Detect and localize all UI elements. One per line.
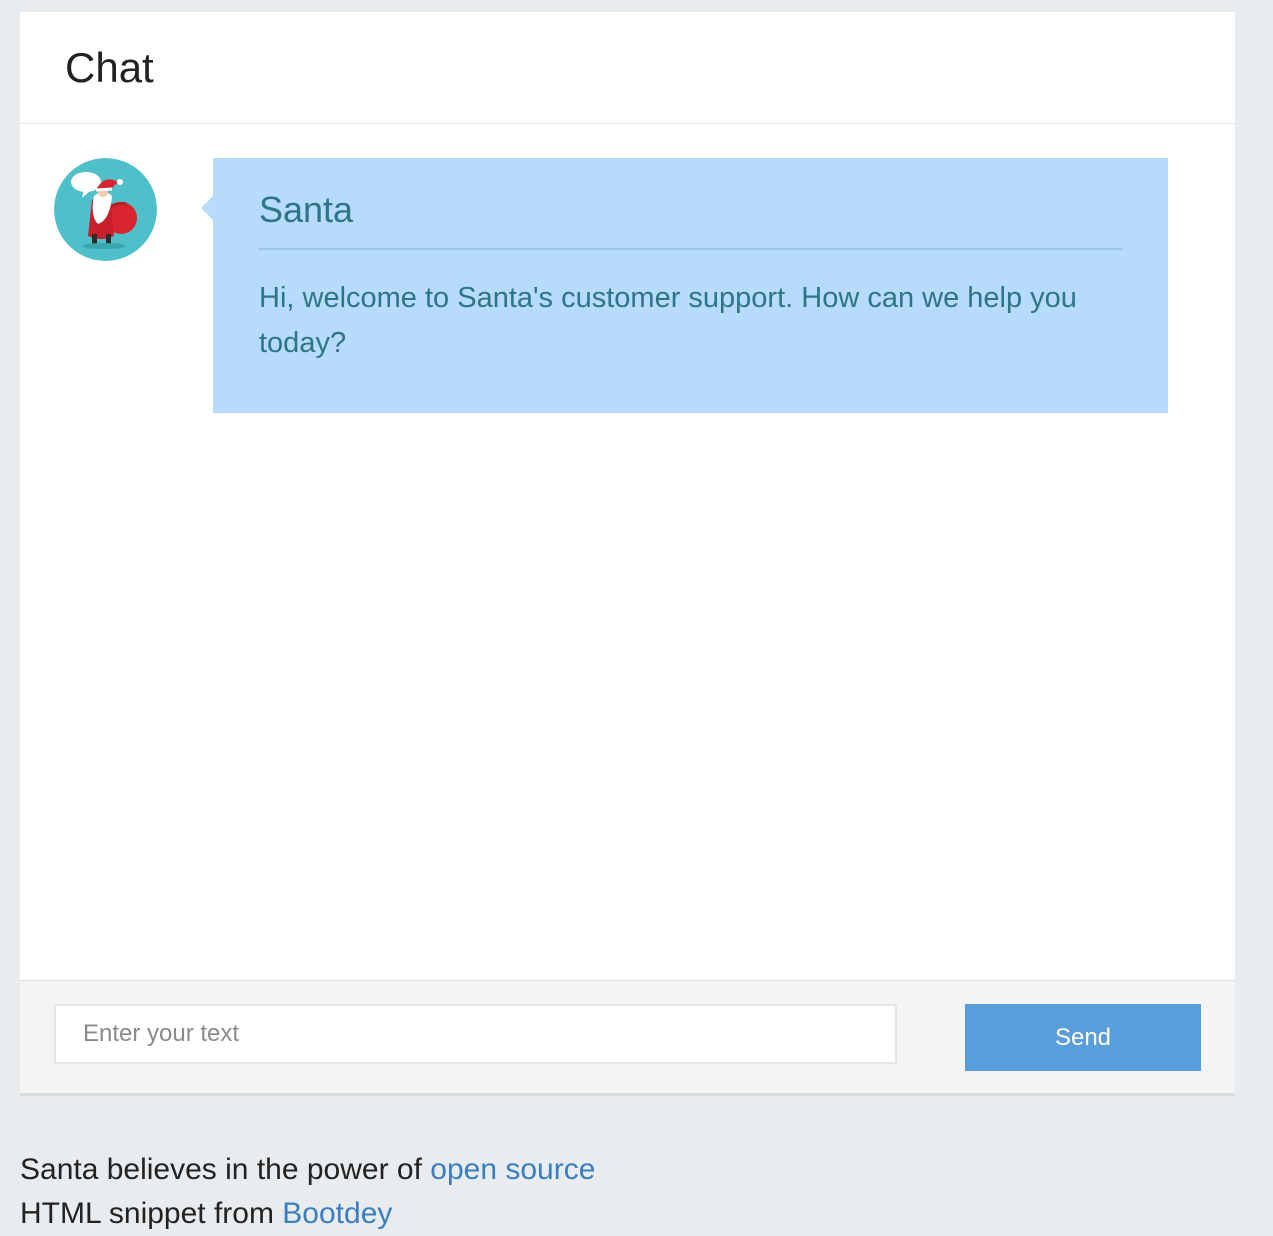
chat-panel: Chat Santa Hi, welcome to Santa's custom… [20, 12, 1235, 1096]
credits-line-open-source: Santa believes in the power of open sour… [20, 1148, 595, 1192]
message-input[interactable] [54, 1004, 897, 1064]
message-sender: Santa [259, 188, 1123, 250]
open-source-link[interactable]: open source [430, 1153, 595, 1186]
message-text: Hi, welcome to Santa's customer support.… [259, 282, 1077, 359]
chat-header: Chat [20, 12, 1235, 124]
credits-line1-text: Santa believes in the power of [20, 1153, 431, 1186]
credits: Santa believes in the power of open sour… [20, 1148, 595, 1236]
bootdey-link[interactable]: Bootdey [282, 1197, 392, 1230]
chat-messages: Santa Hi, welcome to Santa's customer su… [20, 124, 1235, 981]
message-bubble: Santa Hi, welcome to Santa's customer su… [201, 158, 1168, 413]
chat-composer: Send [20, 980, 1235, 1096]
credits-line2-text: HTML snippet from [20, 1197, 283, 1230]
credits-line-bootdey: HTML snippet from Bootdey [20, 1192, 595, 1236]
santa-avatar-icon [54, 158, 157, 261]
page-title: Chat [65, 44, 154, 91]
send-button[interactable]: Send [965, 1004, 1201, 1071]
bubble-pointer [201, 196, 213, 220]
